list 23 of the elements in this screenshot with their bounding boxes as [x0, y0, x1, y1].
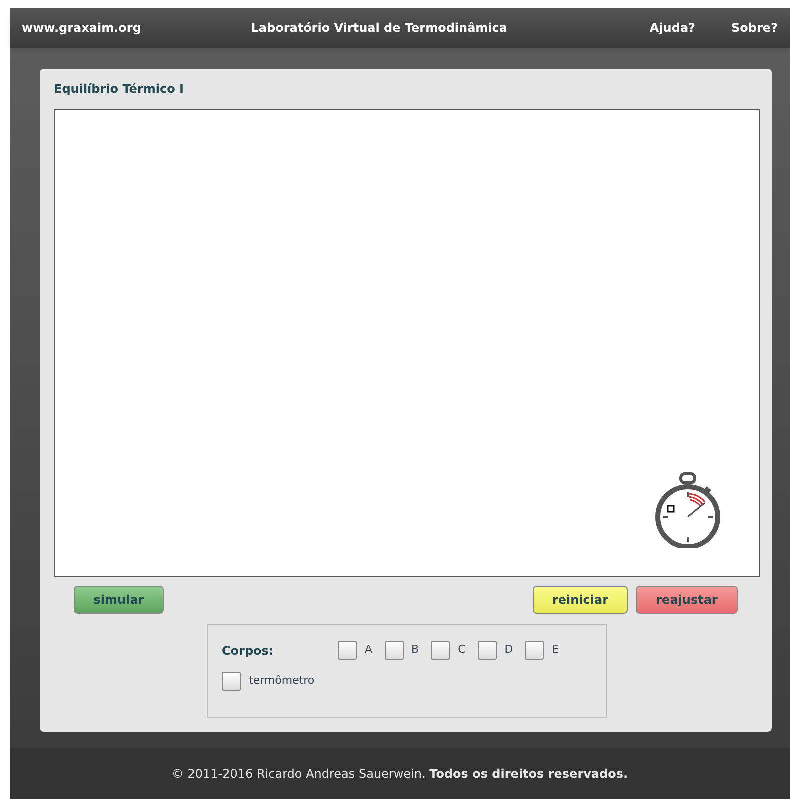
- checkbox[interactable]: [384, 641, 404, 660]
- nav-link[interactable]: Sobre?: [732, 19, 778, 37]
- site-title: Laboratório Virtual de Termodinâmica: [251, 20, 509, 37]
- site-link[interactable]: www.graxaim.org: [22, 19, 252, 37]
- checkbox-label: C: [458, 642, 466, 658]
- action-button[interactable]: reajustar: [636, 586, 738, 614]
- action-button[interactable]: reiniciar: [533, 586, 628, 614]
- checkbox[interactable]: [338, 641, 357, 660]
- checkbox-label: termômetro: [249, 673, 315, 690]
- checkbox[interactable]: [431, 641, 450, 660]
- checkbox-label: A: [365, 642, 373, 658]
- action-button[interactable]: simular: [74, 586, 164, 614]
- checkbox-label: E: [552, 642, 560, 658]
- nav-link[interactable]: Ajuda?: [650, 19, 696, 37]
- checkbox-label: D: [504, 642, 514, 658]
- checkbox[interactable]: [525, 641, 544, 660]
- checkbox[interactable]: [478, 641, 497, 660]
- copyright-text: © 2011-2016 Ricardo Andreas Sauerwein. Todos os direitos reservados.: [172, 766, 628, 782]
- checkbox-label: B: [412, 642, 420, 658]
- checkbox[interactable]: [222, 672, 241, 691]
- bodies-label: Corpos:: [222, 642, 275, 660]
- stopwatch-icon: [653, 472, 723, 548]
- panel-title: Equilíbrio Térmico I: [54, 81, 185, 98]
